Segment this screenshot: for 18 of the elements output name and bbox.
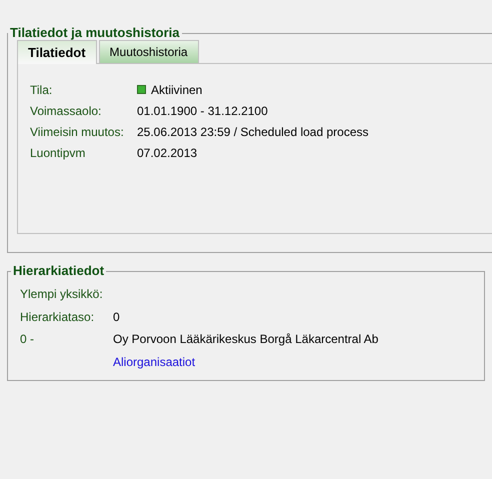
section-title: Tilatiedot ja muutoshistoria [9,26,181,40]
field-label: 0 - [20,331,36,348]
status-value: Aktiivinen [151,82,202,98]
field-value: 07.02.2013 [137,144,198,162]
tab[interactable]: Muutoshistoria [98,40,199,63]
field-label: Viimeisin muutos: [30,124,125,140]
field-label: Hierarkiataso: [20,308,96,326]
tab[interactable]: Tilatiedot [17,40,97,64]
field-value: Oy Porvoon Lääkärikeskus Borgå Läkarcentral Ab [113,331,378,348]
field-label: Ylempi yksikkö: [20,286,104,304]
field-value: 25.06.2013 23:59 / Scheduled load process [137,124,369,140]
sub-organizations-link[interactable]: Aliorganisaatiot [113,352,196,371]
field-label: Tila: [30,82,54,98]
field-label: Luontipvm [30,144,86,162]
section-title: Hierarkiatiedot [12,264,106,278]
field-value: 01.01.1900 - 31.12.2100 [137,102,268,120]
field-label: Voimassaolo: [30,102,102,120]
field-value: 0 [113,308,120,326]
